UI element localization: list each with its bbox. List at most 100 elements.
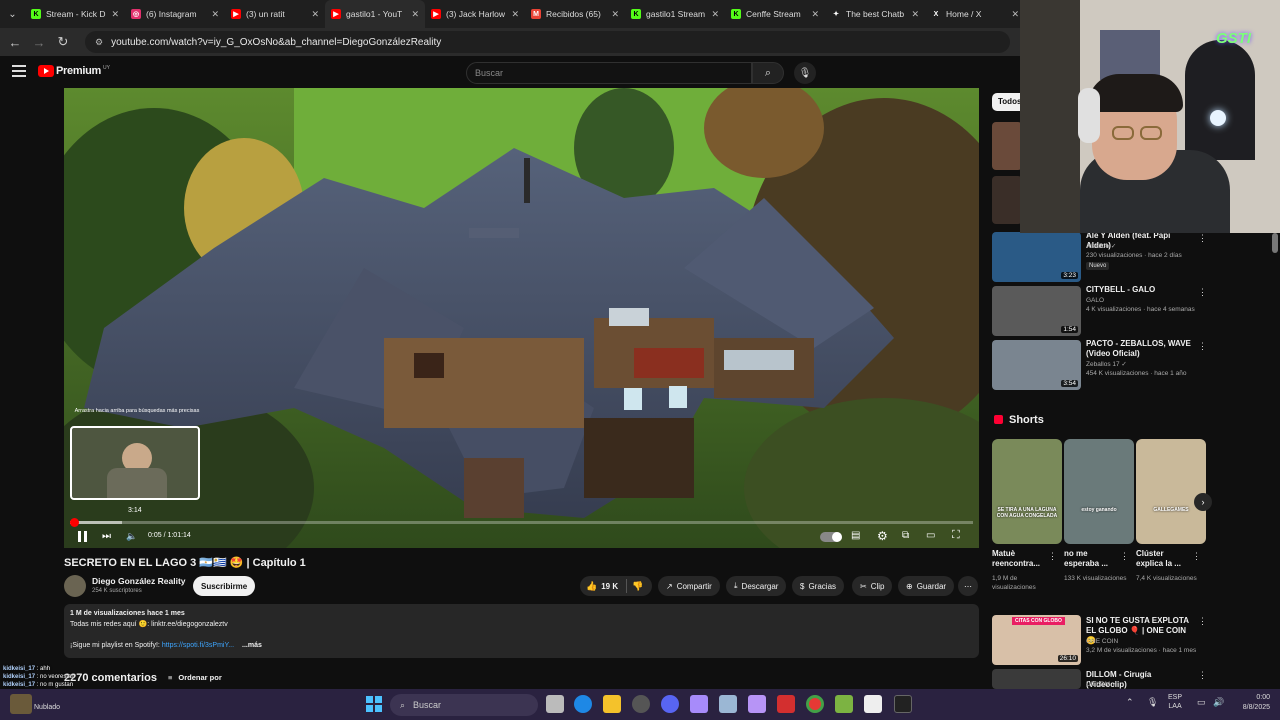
network-icon[interactable]: ▭ [1197,697,1206,708]
sort-comments-button[interactable]: ≡ Ordenar por [168,673,222,682]
browser-tab[interactable]: ▶ (3) un ratit ✕ [225,0,325,28]
search-input[interactable]: Buscar [466,62,752,84]
app-icon[interactable] [748,695,766,713]
more-vertical-icon[interactable]: ⋮ [1198,670,1207,681]
file-explorer-icon[interactable] [603,695,621,713]
close-icon[interactable]: ✕ [911,9,919,20]
more-vertical-icon[interactable]: ⋮ [1048,551,1057,562]
browser-tab[interactable]: X Home / X ✕ [925,0,1025,28]
settings-gear-icon[interactable]: ⚙ [877,529,888,543]
tray-chevron-up-icon[interactable]: ⌃ [1126,697,1134,708]
more-vertical-icon[interactable]: ⋮ [1192,551,1201,562]
document-icon[interactable] [864,695,882,713]
theater-mode-icon[interactable]: ▭ [926,530,935,541]
close-icon[interactable]: ✕ [811,9,819,20]
save-button[interactable]: ⊕ Guardar [898,576,955,596]
back-icon[interactable]: ← [3,30,27,54]
description-box[interactable]: 1 M de visualizaciones hace 1 mes Todas … [64,604,979,658]
description-spotify-link[interactable]: https://spoti.fi/3sPmiY... [162,642,234,649]
more-vertical-icon[interactable]: ⋮ [1198,233,1207,244]
voice-search-button[interactable]: 🎙 [794,62,816,84]
video-player[interactable]: Arrastra hacia arriba para búsquedas más… [64,88,979,548]
sidebar-partial-thumbnail[interactable] [992,176,1022,224]
channel-avatar[interactable] [64,575,86,597]
url-field[interactable]: ⚙ youtube.com/watch?v=iy_G_OxOsNo&ab_cha… [85,31,1010,53]
sidebar-video-channel[interactable]: Zeballos 17 ✓ [1086,360,1127,369]
sidebar-video-channel[interactable]: DILLOM ✓ [1086,680,1117,689]
next-icon[interactable]: ⏭ [102,531,111,542]
short-thumbnail[interactable]: GALLEGAMES [1136,439,1206,544]
browser-tab[interactable]: K Stream - Kick D ✕ [25,0,125,28]
close-icon[interactable]: ✕ [711,9,719,20]
sidebar-video-title[interactable]: CITYBELL - GALO [1086,285,1194,295]
sidebar-video-thumbnail[interactable]: CITAS CON GLOBO 26:10 [992,615,1081,665]
miniplayer-icon[interactable]: ⧉ [902,530,909,541]
browser-tab[interactable]: Kgastilo1 Stream ✕ [625,0,725,28]
sidebar-video-channel[interactable]: ONE COIN [1086,637,1118,646]
more-vertical-icon[interactable]: ⋮ [1120,551,1129,562]
discord-icon[interactable] [661,695,679,713]
obs-icon[interactable] [632,695,650,713]
app-icon[interactable] [835,695,853,713]
more-vertical-icon[interactable]: ⋮ [1198,341,1207,352]
sidebar-video-channel[interactable]: Alexitoo ✓ [1086,242,1116,251]
clip-button[interactable]: ✂ Clip [852,576,893,596]
sidebar-video-thumbnail[interactable]: 3:23 [992,232,1081,282]
like-count[interactable]: 19 K [601,582,618,591]
sidebar-video-title[interactable]: PACTO - ZEBALLOS, WAVE (Video Oficial) [1086,339,1194,359]
sidebar-video-thumbnail[interactable]: 3:54 [992,340,1081,390]
browser-tab[interactable]: ▶ gastilo1 - YouT ✕ [325,0,425,28]
pause-icon[interactable] [78,531,88,542]
language-indicator[interactable]: ESP LAA [1168,693,1182,711]
chrome-icon[interactable] [806,695,824,713]
task-view-icon[interactable] [546,695,564,713]
speaker-icon[interactable]: 🔊 [1213,697,1224,708]
sidebar-video-thumbnail[interactable] [992,669,1081,689]
subtitles-icon[interactable]: ▤ [851,530,860,541]
clock[interactable]: 0:00 8/8/2025 [1228,693,1270,713]
sidebar-scrollbar[interactable] [1272,233,1278,253]
short-title[interactable]: no me esperaba ... [1064,549,1116,569]
tray-mic-icon[interactable]: 🎙 [1147,697,1158,708]
close-icon[interactable]: ✕ [1011,9,1019,20]
progress-scrubber[interactable] [70,518,79,527]
hamburger-menu-icon[interactable] [12,65,26,77]
close-icon[interactable]: ✕ [311,9,319,20]
sidebar-video-thumbnail[interactable]: 1:54 [992,286,1081,336]
fullscreen-icon[interactable]: ⛶ [952,529,960,542]
reload-icon[interactable]: ↻ [51,30,75,54]
more-vertical-icon[interactable]: ⋮ [1198,287,1207,298]
youtube-premium-logo[interactable]: Premium UY [38,65,110,77]
subscribe-button[interactable]: Suscribirme [193,576,256,596]
app-icon[interactable] [690,695,708,713]
edge-icon[interactable] [574,695,592,713]
app-icon[interactable] [777,695,795,713]
browser-tab[interactable]: M Recibidos (65) ✕ [525,0,625,28]
short-title[interactable]: Matuè reencontra... [992,549,1044,569]
browser-tab[interactable]: ✦ The best Chatb ✕ [825,0,925,28]
close-icon[interactable]: ✕ [211,9,219,20]
short-thumbnail[interactable]: estoy ganando [1064,439,1134,544]
dislike-icon[interactable]: 👎 [632,581,643,592]
browser-tab[interactable]: K Cenffe Stream ✕ [725,0,825,28]
capcut-icon[interactable] [894,695,912,713]
autoplay-toggle[interactable] [820,532,842,542]
weather-icon[interactable] [10,694,32,714]
close-icon[interactable]: ✕ [411,9,419,20]
shorts-next-button[interactable]: › [1194,493,1212,511]
channel-name[interactable]: Diego González Reality [92,576,186,586]
close-icon[interactable]: ✕ [611,9,619,20]
close-icon[interactable]: ✕ [111,9,119,20]
browser-tab[interactable]: ◎ (6) Instagram ✕ [125,0,225,28]
like-icon[interactable]: 👍 [586,581,597,592]
progress-bar[interactable] [70,518,973,527]
forward-icon[interactable]: → [27,30,51,54]
browser-tab[interactable]: ▶ (3) Jack Harlow ✕ [425,0,525,28]
thanks-button[interactable]: $ Gracias [792,576,845,596]
more-vertical-icon[interactable]: ⋮ [1198,616,1207,627]
close-icon[interactable]: ✕ [511,9,519,20]
sidebar-video-channel[interactable]: GALO [1086,296,1104,305]
windows-start-icon[interactable] [366,696,382,712]
site-info-icon[interactable]: ⚙ [95,37,103,48]
volume-icon[interactable]: 🔈 [126,531,137,542]
